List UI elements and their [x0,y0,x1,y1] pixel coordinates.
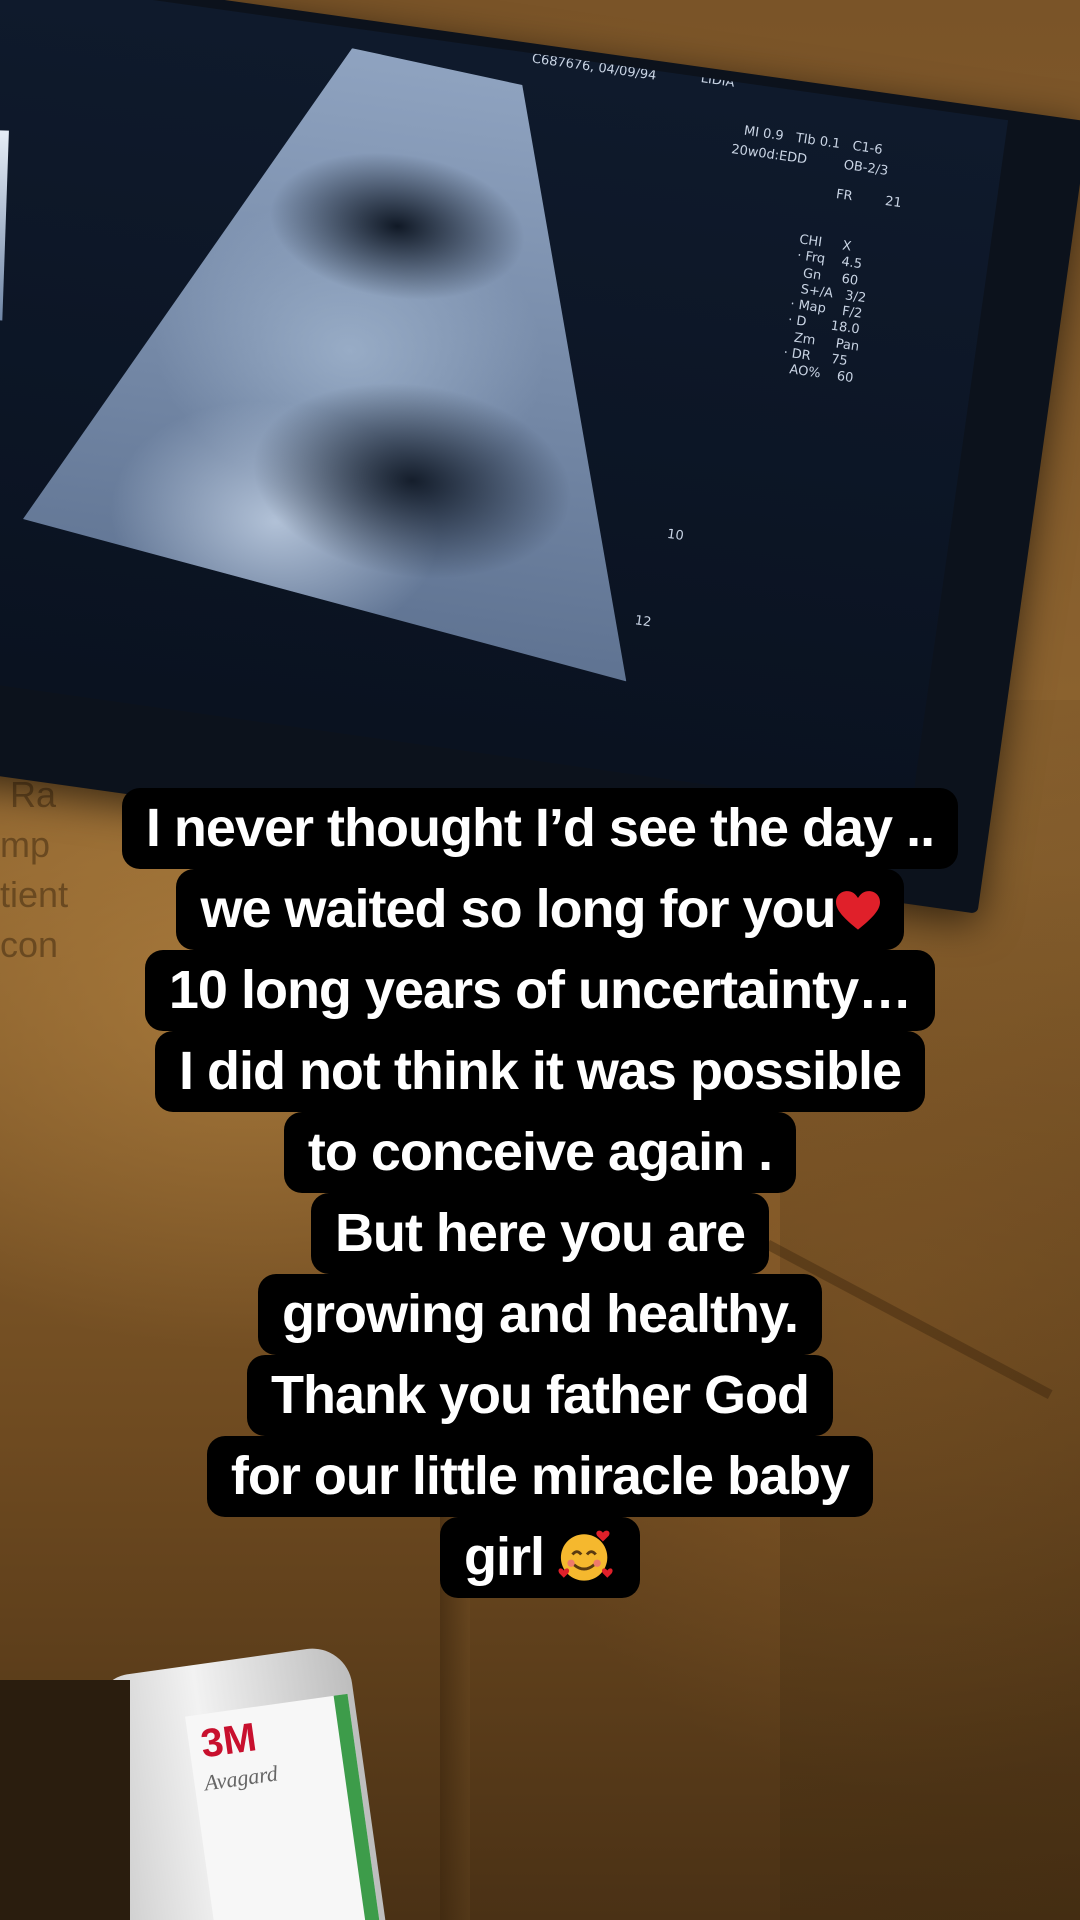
depth-mark-12: 12 [633,613,653,631]
red-heart-icon [835,891,880,930]
depth-mark-10: 10 [666,526,685,545]
smiling-face-with-hearts-icon [558,1530,613,1581]
bottle-label: 3M Avagard [185,1693,381,1920]
patient-id-text: C687676, 04/09/94 [530,51,658,84]
caption-text-4: I did not think it was possible [178,1041,902,1101]
bottle-brand: 3M [198,1715,260,1767]
caption-line-8: Thank you father God [246,1355,834,1436]
ultrasound-image [5,12,708,732]
caption-line-9: for our little miracle baby [206,1436,874,1517]
sanitizer-bottle: 3M Avagard [88,1643,392,1920]
gain-bar [0,129,9,321]
ultrasound-monitor: C687676, 04/09/94 LIDIA MI 0.9 TIb 0.1 C… [0,0,1080,914]
caption-text-10: girl [463,1527,545,1587]
caption-line-7: growing and healthy. [257,1274,823,1355]
caption-text-2: we waited so long for you [200,879,836,939]
caption-line-2: we waited so long for you [176,869,904,950]
caption-text-9: for our little miracle baby [230,1446,850,1506]
caption-text-8: Thank you father God [270,1365,810,1425]
params-panel: CHI X · Frq 4.5 Gn 60 S+/A 3/2 · Map F/2… [780,232,867,387]
caption-text-5: to conceive again . [307,1122,773,1182]
caption-text-1: I never thought I’d see the day .. [145,798,935,858]
caption-line-6: But here you are [310,1193,770,1274]
ultrasound-screen: C687676, 04/09/94 LIDIA MI 0.9 TIb 0.1 C… [0,0,1009,814]
caption-line-10: girl [439,1517,641,1598]
caption-overlay: I never thought I’d see the day .. we wa… [0,788,1080,1598]
dark-corner [0,1680,130,1920]
fr-readout: FR 21 [835,187,903,212]
caption-line-5: to conceive again . [283,1112,797,1193]
caption-text-3: 10 long years of uncertainty… [168,960,912,1020]
caption-text-6: But here you are [334,1203,746,1263]
caption-line-1: I never thought I’d see the day .. [121,788,959,869]
caption-line-3: 10 long years of uncertainty… [144,950,936,1031]
patient-name-text: LIDIA [699,71,736,91]
caption-text-7: growing and healthy. [281,1284,799,1344]
caption-line-4: I did not think it was possible [154,1031,926,1112]
